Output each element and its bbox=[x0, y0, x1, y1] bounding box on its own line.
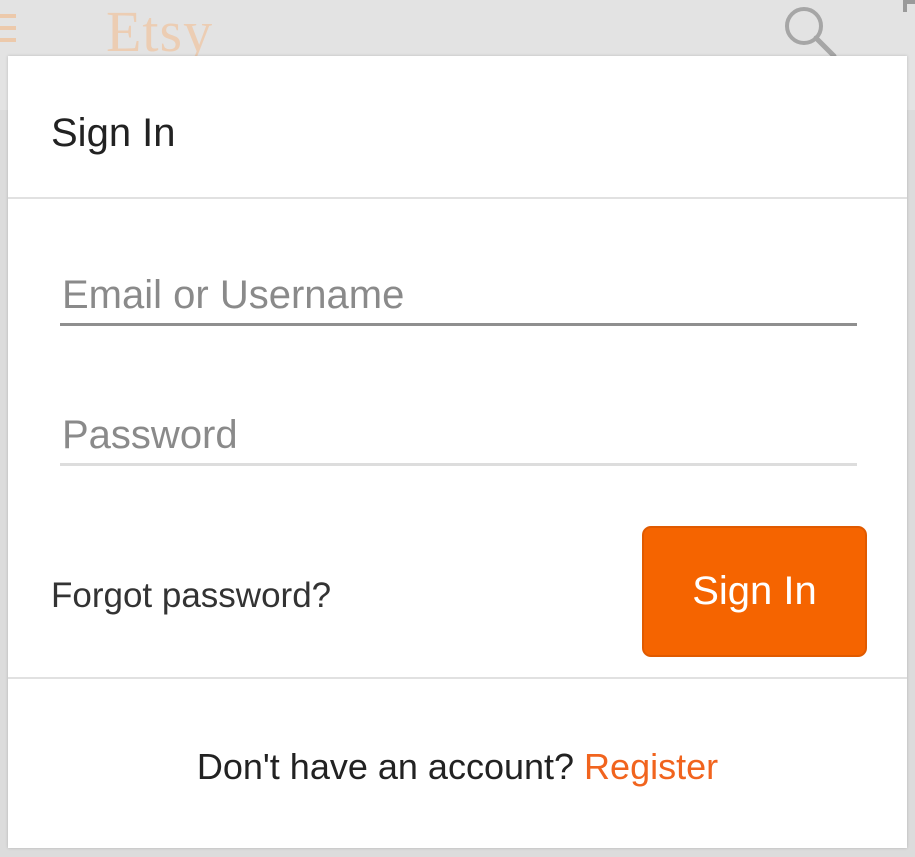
hamburger-menu-icon bbox=[0, 14, 16, 48]
password-field-container bbox=[60, 408, 857, 466]
register-prompt-text: Don't have an account? bbox=[196, 746, 575, 787]
sign-in-button[interactable]: Sign In bbox=[642, 526, 867, 657]
email-field-container bbox=[60, 268, 857, 326]
forgot-password-link[interactable]: Forgot password? bbox=[51, 574, 331, 618]
register-prompt: Don't have an account? Register bbox=[8, 744, 907, 790]
dialog-header: Sign In bbox=[8, 56, 907, 199]
register-link[interactable]: Register bbox=[584, 746, 718, 787]
sign-in-dialog: Sign In Forgot password? Sign In Don't h… bbox=[8, 56, 907, 848]
search-icon bbox=[782, 4, 838, 60]
password-input[interactable] bbox=[60, 408, 857, 463]
divider bbox=[8, 677, 907, 679]
dialog-title: Sign In bbox=[51, 111, 176, 155]
email-or-username-input[interactable] bbox=[60, 268, 857, 323]
cart-icon bbox=[903, 0, 915, 12]
